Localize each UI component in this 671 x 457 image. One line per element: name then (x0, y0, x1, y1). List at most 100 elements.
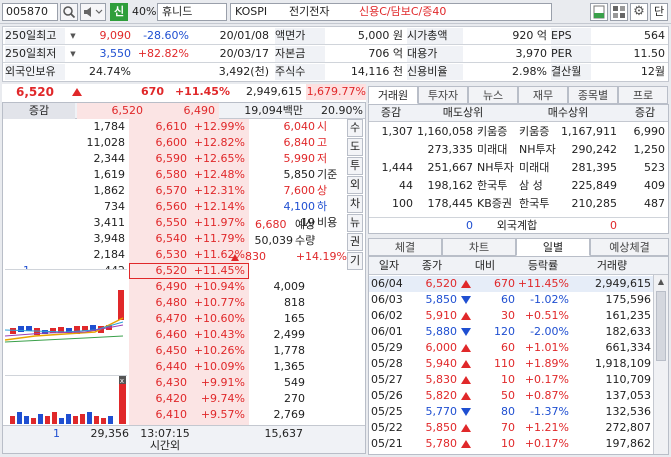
daily-row[interactable]: 05/22 5,850 70 +1.21% 272,807 (369, 420, 653, 436)
daily-row[interactable]: 06/04 6,520 670 +11.45% 2,949,615 (369, 276, 653, 292)
broker-tab[interactable]: 뉴스 (468, 86, 518, 104)
ask-qty: 1,784 (93, 120, 126, 133)
ask-row[interactable]: 2,344 6,590 +12.65% (3, 151, 253, 167)
footer-left: 1 (53, 427, 60, 440)
ask-row[interactable]: 734 6,560 +12.14% (3, 199, 253, 215)
broker-tab[interactable]: 투자자 (418, 86, 468, 104)
bid-row[interactable]: 6,490 +10.94% 4,009 (129, 279, 363, 295)
ask-row[interactable]: 11,028 6,600 +12.82% (3, 135, 253, 151)
ask-row[interactable]: 3,411 6,550 +11.97% (3, 215, 253, 231)
foreign-total-row: 0 외국계합 0 (369, 217, 668, 233)
ask-pct: +11.97% (193, 216, 245, 229)
daily-row[interactable]: 05/21 5,780 10 +0.17% 197,862 (369, 436, 653, 452)
side-button[interactable]: 투 (347, 157, 363, 175)
daily-row[interactable]: 05/29 6,000 60 +1.01% 661,334 (369, 340, 653, 356)
bid-pct: +9.74% (200, 392, 245, 405)
daily-scrollbar[interactable]: ▲ (653, 275, 668, 454)
single-button[interactable]: 단 (650, 3, 668, 21)
search-button[interactable] (60, 3, 78, 21)
broker-row: 100 178,445 KB증권 한국투 210,285 487 (369, 195, 668, 213)
broker-tab[interactable]: 재무 (518, 86, 568, 104)
bid-row[interactable]: 6,480 +10.77% 818 (129, 295, 363, 311)
bid-row[interactable]: 6,430 +9.91% 549 (129, 375, 363, 391)
bid-qty: 818 (284, 296, 305, 309)
ask-row[interactable]: 1,862 6,570 +12.31% (3, 183, 253, 199)
expected-qty: 50,039 (254, 234, 294, 247)
broker-header-sell: 매도상위 (442, 106, 484, 119)
side-button[interactable]: 도 (347, 138, 363, 156)
ask-row[interactable]: 3,948 6,540 +11.79% (3, 231, 253, 247)
side-button[interactable]: 권 (347, 233, 363, 251)
side-button[interactable]: 수 (347, 119, 363, 137)
bid-row[interactable]: 6,440 +10.09% 1,365 (129, 359, 363, 375)
bid-row[interactable]: 6,410 +9.57% 2,769 (129, 407, 363, 423)
side-button[interactable]: 뉴 (347, 214, 363, 232)
daily-close: 6,000 (425, 341, 458, 354)
daily-tab[interactable]: 차트 (442, 238, 516, 256)
daily-volume: 132,536 (605, 405, 652, 418)
buy-broker-name: NH투자 (519, 143, 556, 156)
side-button[interactable]: 기 (347, 252, 363, 270)
daily-change: 10 (501, 373, 515, 386)
broker-tab[interactable]: 거래원 (368, 86, 418, 104)
up-triangle-icon (461, 340, 471, 356)
daily-row[interactable]: 06/03 5,850 60 -1.02% 175,596 (369, 292, 653, 308)
sound-button[interactable] (80, 3, 106, 21)
expected-price-label: 예상 (295, 218, 316, 231)
daily-row[interactable]: 06/02 5,910 30 +0.51% 161,235 (369, 308, 653, 324)
broker-header-buy-chg: 증감 (634, 106, 656, 119)
mini-chart-top (4, 269, 127, 373)
info-pct: +82.82% (137, 47, 189, 60)
daily-row[interactable]: 05/25 5,770 80 -1.37% 132,536 (369, 404, 653, 420)
stock-code-input[interactable]: 005870 (2, 3, 58, 21)
settings-button[interactable]: ⚙ (630, 3, 648, 21)
ask-qty: 2,344 (93, 152, 126, 165)
daily-pct: +0.51% (524, 309, 569, 322)
daily-change: 80 (501, 405, 515, 418)
gear-icon: ⚙ (633, 4, 645, 19)
side-button[interactable]: 차 (347, 195, 363, 213)
daily-tab[interactable]: 일별 (516, 238, 590, 256)
ask-row[interactable]: 1,619 6,580 +12.48% (3, 167, 253, 183)
bid-qty: 2,769 (273, 408, 306, 421)
daily-change: 50 (501, 389, 515, 402)
broker-tab[interactable]: 종목별 (568, 86, 618, 104)
daily-date: 05/28 (371, 357, 403, 370)
bid-row[interactable]: 6,460 +10.43% 2,499 (129, 327, 363, 343)
after-hours-button[interactable]: 시간외 (133, 439, 197, 453)
order-book: 증감 6,520 6,490 19,094백만 20.90% 1,784 6,61… (2, 102, 366, 454)
bid-row[interactable]: 6,450 +10.26% 1,778 (129, 343, 363, 359)
daily-close: 5,850 (425, 293, 458, 306)
scroll-thumb[interactable] (656, 291, 666, 361)
broker-row: 273,335 미래대 NH투자 290,242 1,250 (369, 141, 668, 159)
daily-row[interactable]: 06/01 5,880 120 -2.00% 182,633 (369, 324, 653, 340)
daily-tab[interactable]: 예상체결 (590, 238, 669, 256)
ask-pct: +12.82% (193, 136, 245, 149)
broker-header-buy: 매수상위 (547, 106, 589, 119)
buy-broker-chg: 523 (644, 161, 665, 174)
sell-broker-chg: 100 (392, 197, 413, 210)
ask-pct: +12.31% (193, 184, 245, 197)
daily-row[interactable]: 05/28 5,940 110 +1.89% 1,918,109 (369, 356, 653, 372)
info-label: 250일최고 (5, 28, 65, 44)
buy-broker-chg: 6,990 (633, 125, 666, 138)
ask-row[interactable]: 2,184 6,530 +11.62% (3, 247, 253, 263)
bid-price: 6,440 (155, 360, 188, 373)
daily-row[interactable]: 05/26 5,820 50 +0.87% 137,053 (369, 388, 653, 404)
sell-broker-qty: 178,445 (427, 197, 474, 210)
grid-button[interactable] (610, 3, 628, 21)
scroll-up-icon[interactable]: ▲ (654, 275, 668, 289)
doc-icon-button[interactable] (590, 3, 608, 21)
bid-price: 6,410 (155, 408, 188, 421)
ohlc-price: 6,040 (283, 120, 316, 133)
daily-volume: 110,709 (605, 373, 652, 386)
side-button[interactable]: 외 (347, 176, 363, 194)
ask-row[interactable]: 1,784 6,610 +12.99% (3, 119, 253, 135)
info-pct (133, 64, 189, 80)
daily-row[interactable]: 05/27 5,830 10 +0.17% 110,709 (369, 372, 653, 388)
orderbook-footer: 1 29,356 13:07:15 15,637 시간외 (3, 425, 365, 453)
bid-row[interactable]: 6,470 +10.60% 165 (129, 311, 363, 327)
broker-tab[interactable]: 프로 (618, 86, 668, 104)
bid-row[interactable]: 6,420 +9.74% 270 (129, 391, 363, 407)
daily-tab[interactable]: 체결 (368, 238, 442, 256)
